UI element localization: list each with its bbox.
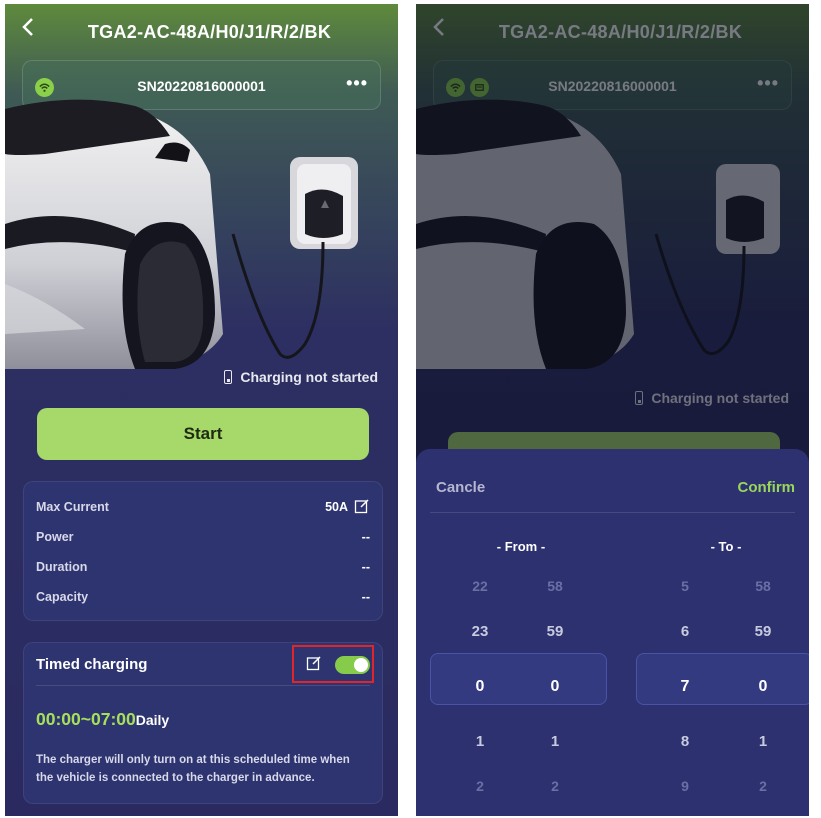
info-row-power: Power -- (36, 522, 370, 552)
wheel-option[interactable]: 1 (530, 719, 580, 764)
info-value: -- (361, 530, 370, 544)
selected-to-minute[interactable]: 0 (738, 654, 788, 719)
from-minute-wheel[interactable]: 58 59 0 1 2 (530, 564, 580, 809)
selected-from-hour[interactable]: 0 (455, 654, 505, 719)
to-hour-wheel[interactable]: 5 6 7 8 9 (660, 564, 710, 809)
wheel-option[interactable]: 2 (738, 764, 788, 809)
timed-charging-toggle[interactable] (335, 656, 370, 674)
time-picker-sheet: Cancle Confirm - From - - To - 22 23 0 1… (416, 449, 809, 816)
info-row-duration: Duration -- (36, 552, 370, 582)
cancel-button[interactable]: Cancle (436, 479, 485, 496)
timed-charging-card: Timed charging 00:00~07:00Daily The char… (23, 642, 383, 804)
page-title: TGA2-AC-48A/H0/J1/R/2/BK (87, 22, 332, 42)
edit-icon[interactable] (354, 498, 370, 517)
charging-status-text: Charging not started (240, 369, 378, 385)
info-row-capacity: Capacity -- (36, 582, 370, 612)
wheel-option[interactable]: 2 (455, 764, 505, 809)
wheel-option[interactable]: 1 (455, 719, 505, 764)
wheel-option[interactable]: 59 (738, 609, 788, 654)
device-screen: TGA2-AC-48A/H0/J1/R/2/BK SN2022081600000… (5, 4, 398, 816)
divider (36, 685, 370, 686)
from-label: - From - (496, 539, 546, 554)
battery-icon (224, 370, 233, 384)
wheel-option[interactable]: 5 (660, 564, 710, 609)
car-charger-illustration (5, 84, 398, 374)
schedule-time: 00:00~07:00Daily (36, 709, 169, 730)
wheel-option[interactable]: 59 (530, 609, 580, 654)
info-label: Capacity (36, 590, 89, 604)
info-label: Max Current (36, 500, 109, 514)
charging-info-card: Max Current 50A Power -- Duration -- Cap… (23, 481, 383, 621)
selected-from-minute[interactable]: 0 (530, 654, 580, 719)
wheel-option[interactable]: 9 (660, 764, 710, 809)
start-button[interactable]: Start (37, 408, 369, 460)
to-label: - To - (710, 539, 742, 554)
timed-charging-title: Timed charging (36, 656, 148, 673)
wheel-option[interactable]: 6 (660, 609, 710, 654)
timed-charging-description: The charger will only turn on at this sc… (36, 754, 350, 784)
charging-status: Charging not started (224, 369, 378, 385)
confirm-button[interactable]: Confirm (738, 479, 796, 496)
wheel-option[interactable]: 2 (530, 764, 580, 809)
wheel-option[interactable]: 8 (660, 719, 710, 764)
wheel-option[interactable]: 22 (455, 564, 505, 609)
repeat-label: Daily (135, 712, 170, 728)
info-label: Duration (36, 560, 88, 574)
device-screen-picker: TGA2-AC-48A/H0/J1/R/2/BK SN2022081600000… (416, 4, 809, 816)
from-hour-wheel[interactable]: 22 23 0 1 2 (455, 564, 505, 809)
info-value: 50A (325, 500, 348, 514)
divider (430, 512, 795, 513)
wheel-option[interactable]: 58 (738, 564, 788, 609)
wheel-option[interactable]: 58 (530, 564, 580, 609)
edit-icon[interactable] (306, 655, 322, 676)
wheel-option[interactable]: 23 (455, 609, 505, 654)
header: TGA2-AC-48A/H0/J1/R/2/BK (5, 4, 398, 60)
selected-to-hour[interactable]: 7 (660, 654, 710, 719)
to-minute-wheel[interactable]: 58 59 0 1 2 (738, 564, 788, 809)
info-row-max-current: Max Current 50A (36, 492, 370, 522)
wheel-option[interactable]: 1 (738, 719, 788, 764)
info-label: Power (36, 530, 74, 544)
info-value: -- (361, 560, 370, 574)
time-range: 00:00~07:00 (36, 709, 136, 729)
info-value: -- (361, 590, 370, 604)
